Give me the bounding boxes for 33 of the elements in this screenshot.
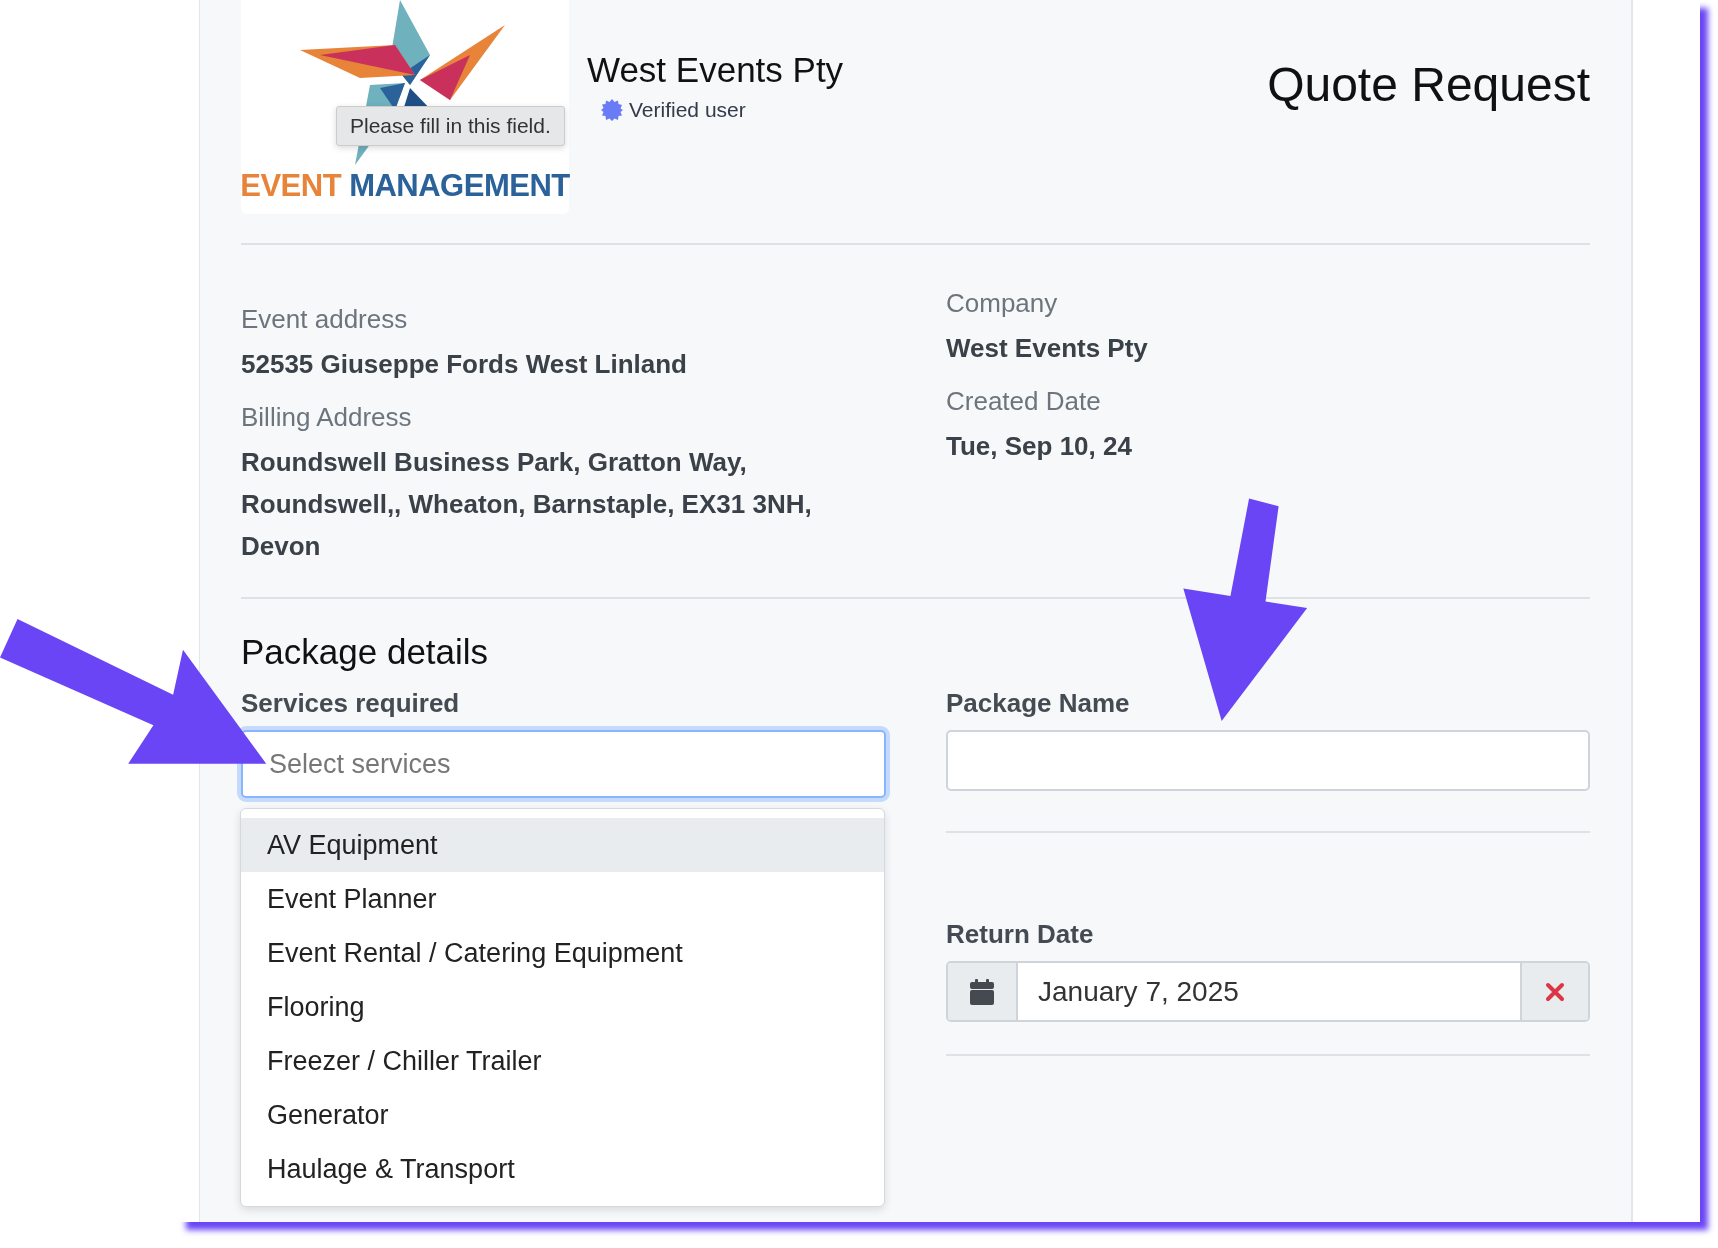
validation-tooltip: Please fill in this field.	[336, 106, 565, 146]
company-name: West Events Pty	[587, 50, 844, 90]
dropdown-option[interactable]: Haulage & Transport	[241, 1142, 884, 1196]
verified-label: Verified user	[629, 98, 746, 122]
field-label: Package Name	[946, 687, 1131, 720]
date-field[interactable]: January 7, 2025	[1016, 963, 1522, 1020]
field-label: Billing Address	[241, 401, 413, 434]
clear-button[interactable]	[1522, 963, 1588, 1020]
close-icon	[1545, 981, 1565, 1002]
services-select[interactable]: Select services	[241, 730, 886, 798]
logo-text: MANAGEMENT	[349, 168, 570, 204]
dropdown-option[interactable]: Event Planner	[241, 872, 884, 926]
field-value: Roundswell Business Park, Gratton Way, Roundswell,, Wheaton, Barnstaple, EX31 3NH, Devon	[241, 446, 813, 563]
dropdown-option[interactable]: Event Rental / Catering Equipment	[241, 926, 884, 980]
field-value: Tue, Sep 10, 24	[946, 430, 1133, 463]
field-label: Event address	[241, 303, 409, 336]
field-label: Created Date	[946, 385, 1102, 418]
section-heading: Package details	[241, 632, 490, 672]
calendar-icon	[970, 978, 994, 1005]
dropdown-option[interactable]: Freezer / Chiller Trailer	[241, 1034, 884, 1088]
calendar-addon[interactable]	[948, 963, 1016, 1020]
input-field[interactable]	[946, 730, 1590, 791]
dropdown-option[interactable]: Generator	[241, 1088, 884, 1142]
field-value: 52535 Giuseppe Fords West Linland	[241, 348, 688, 381]
field-value: West Events Pty	[946, 332, 1149, 365]
field-label: Services required	[241, 687, 461, 720]
field-label: Company	[946, 287, 1059, 320]
logo-text: EVENT	[240, 168, 342, 204]
verified-badge-icon	[601, 99, 623, 121]
dropdown-option[interactable]: Flooring	[241, 980, 884, 1034]
dropdown-option[interactable]: AV Equipment	[241, 818, 884, 872]
field-label: Return Date	[946, 918, 1095, 951]
page-title: Quote Request	[1267, 57, 1590, 112]
